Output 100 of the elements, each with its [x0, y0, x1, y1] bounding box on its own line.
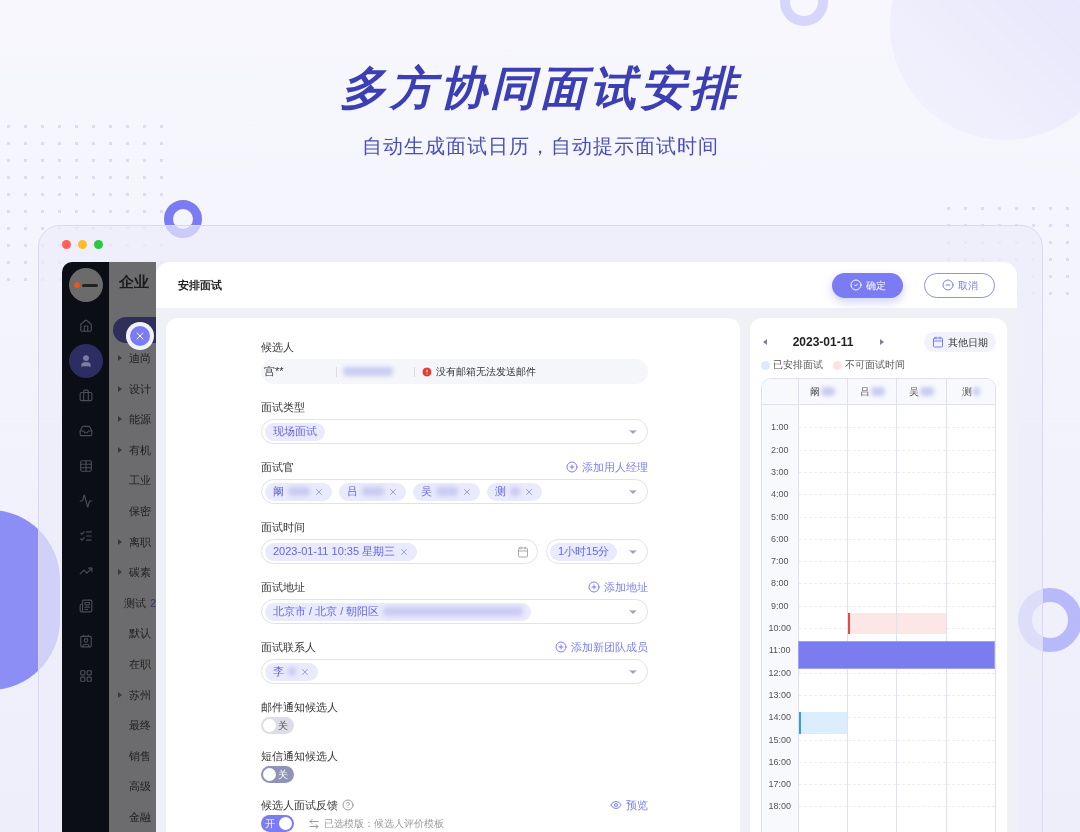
briefcase-icon — [78, 389, 93, 403]
event-block[interactable] — [848, 613, 897, 634]
eye-icon — [610, 799, 622, 811]
blurred-text — [972, 387, 980, 396]
list-item[interactable]: 最终 — [129, 717, 151, 734]
blurred-text — [288, 487, 310, 496]
warning-icon — [421, 365, 433, 378]
tag-chip[interactable]: 吕 — [339, 482, 406, 501]
expand-caret-icon — [118, 385, 122, 392]
column-header: 吕 — [859, 385, 870, 399]
hour-label: 18:00 — [767, 801, 792, 812]
tag-chip[interactable]: 2023-01-11 10:35 星期三 — [265, 542, 418, 561]
calendar-date: 2023-01-11 — [792, 334, 854, 351]
hour-label: 4:00 — [769, 489, 790, 500]
tag-chip[interactable]: 1小时15分 — [550, 542, 618, 561]
plus-icon — [566, 461, 578, 473]
add-link[interactable]: 添加新团队成员 — [555, 640, 648, 654]
selected-time-slot[interactable] — [797, 640, 995, 669]
preview-link[interactable]: 预览 — [610, 798, 648, 812]
nav-button[interactable] — [68, 344, 103, 378]
remove-icon[interactable] — [388, 486, 398, 497]
field-label: 面试时间 — [261, 520, 306, 534]
remove-icon[interactable] — [314, 486, 324, 497]
field-label: 候选人面试反馈 — [261, 798, 338, 812]
list-item[interactable]: 金融 — [129, 808, 151, 826]
checklist-icon — [78, 529, 93, 543]
blurred-text — [343, 367, 393, 376]
list-item[interactable]: 能源 — [129, 411, 151, 428]
hour-label: 16:00 — [767, 756, 792, 767]
remove-icon[interactable] — [399, 546, 410, 557]
legend-label: 已安排面试 — [772, 359, 823, 371]
legend-label: 不可面试时间 — [844, 359, 905, 371]
tag-chip[interactable]: 测 — [487, 482, 542, 501]
blurred-text — [870, 387, 885, 396]
list-item[interactable]: 迪尚 — [129, 350, 151, 367]
list-item[interactable]: 在职 — [129, 656, 151, 673]
previous-day-icon[interactable] — [762, 339, 767, 345]
event-block[interactable] — [798, 711, 847, 734]
remove-icon[interactable] — [462, 486, 472, 497]
other-dates-button[interactable]: 其他日期 — [924, 332, 996, 352]
blurred-text — [436, 487, 458, 496]
field-label: 面试类型 — [261, 400, 306, 414]
hour-label: 5:00 — [769, 511, 790, 522]
hour-label: 6:00 — [769, 533, 790, 544]
confirm-button[interactable]: 确定 — [832, 272, 903, 298]
next-day-icon[interactable] — [880, 339, 885, 345]
news-icon — [78, 599, 93, 613]
hour-label: 1:00 — [769, 422, 790, 433]
list-item[interactable]: 设计 — [129, 380, 151, 398]
list-item[interactable]: 有机 — [129, 441, 151, 459]
grid-icon — [78, 669, 93, 683]
hour-label: 15:00 — [767, 734, 792, 745]
plus-icon — [555, 641, 567, 653]
expand-caret-icon — [118, 416, 122, 423]
hour-label: 12:00 — [767, 667, 792, 678]
tag-chip[interactable]: 李 — [265, 662, 318, 681]
hour-label: 10:00 — [767, 623, 792, 633]
list-item[interactable]: 销售 — [129, 747, 151, 765]
hour-label: 17:00 — [767, 779, 792, 790]
list-item[interactable]: 高级 — [129, 778, 151, 795]
tag-chip[interactable]: 阚 — [265, 482, 332, 501]
list-item[interactable]: 工业 — [129, 472, 151, 489]
home-icon — [78, 319, 93, 333]
hero-subtitle: 自动生成面试日历，自动提示面试时间 — [361, 134, 719, 159]
add-link[interactable]: 添加用人经理 — [566, 460, 648, 474]
list-heading: 企业 — [119, 273, 150, 291]
toggle-knob — [279, 817, 292, 830]
expand-caret-icon — [118, 569, 122, 576]
hour-label: 14:00 — [767, 712, 792, 723]
remove-icon[interactable] — [524, 486, 534, 497]
tag-chip[interactable]: 吴 — [413, 482, 480, 501]
tag-chip[interactable]: 北京市 / 北京 / 朝阳区 — [265, 602, 532, 621]
list-item[interactable]: 测试 — [123, 594, 146, 612]
list-item[interactable]: 苏州 — [129, 686, 151, 704]
list-item[interactable]: 离职 — [129, 533, 151, 551]
field-label: 面试官 — [261, 460, 294, 474]
close-button[interactable] — [130, 326, 150, 346]
calendar-icon — [517, 545, 529, 558]
toggle-switch[interactable]: 关 — [261, 766, 294, 783]
blurred-text — [510, 487, 520, 496]
field-label: 短信通知候选人 — [261, 749, 338, 763]
toggle-switch[interactable]: 开 — [261, 815, 294, 832]
tag-chip[interactable]: 现场面试 — [265, 422, 325, 441]
list-item[interactable]: 默认 — [129, 625, 151, 642]
candidate-name: 宫** — [264, 364, 285, 380]
add-link[interactable]: 添加地址 — [588, 580, 648, 594]
blurred-text — [920, 387, 934, 396]
list-item[interactable]: 碳素 — [129, 564, 151, 581]
remove-icon[interactable] — [300, 666, 310, 677]
hour-label: 7:00 — [769, 556, 790, 567]
blurred-text — [821, 387, 836, 396]
dialog-title: 安排面试 — [178, 277, 222, 293]
hero-title: 多方协同面试安排 — [340, 61, 740, 116]
field-label: 邮件通知候选人 — [261, 700, 338, 714]
list-item[interactable]: 保密 — [129, 503, 151, 520]
field-label: 候选人 — [261, 340, 295, 354]
check-circle-icon — [849, 279, 862, 291]
blurred-text — [288, 667, 296, 676]
blurred-text — [362, 487, 384, 496]
field-label: 面试联系人 — [261, 640, 316, 654]
